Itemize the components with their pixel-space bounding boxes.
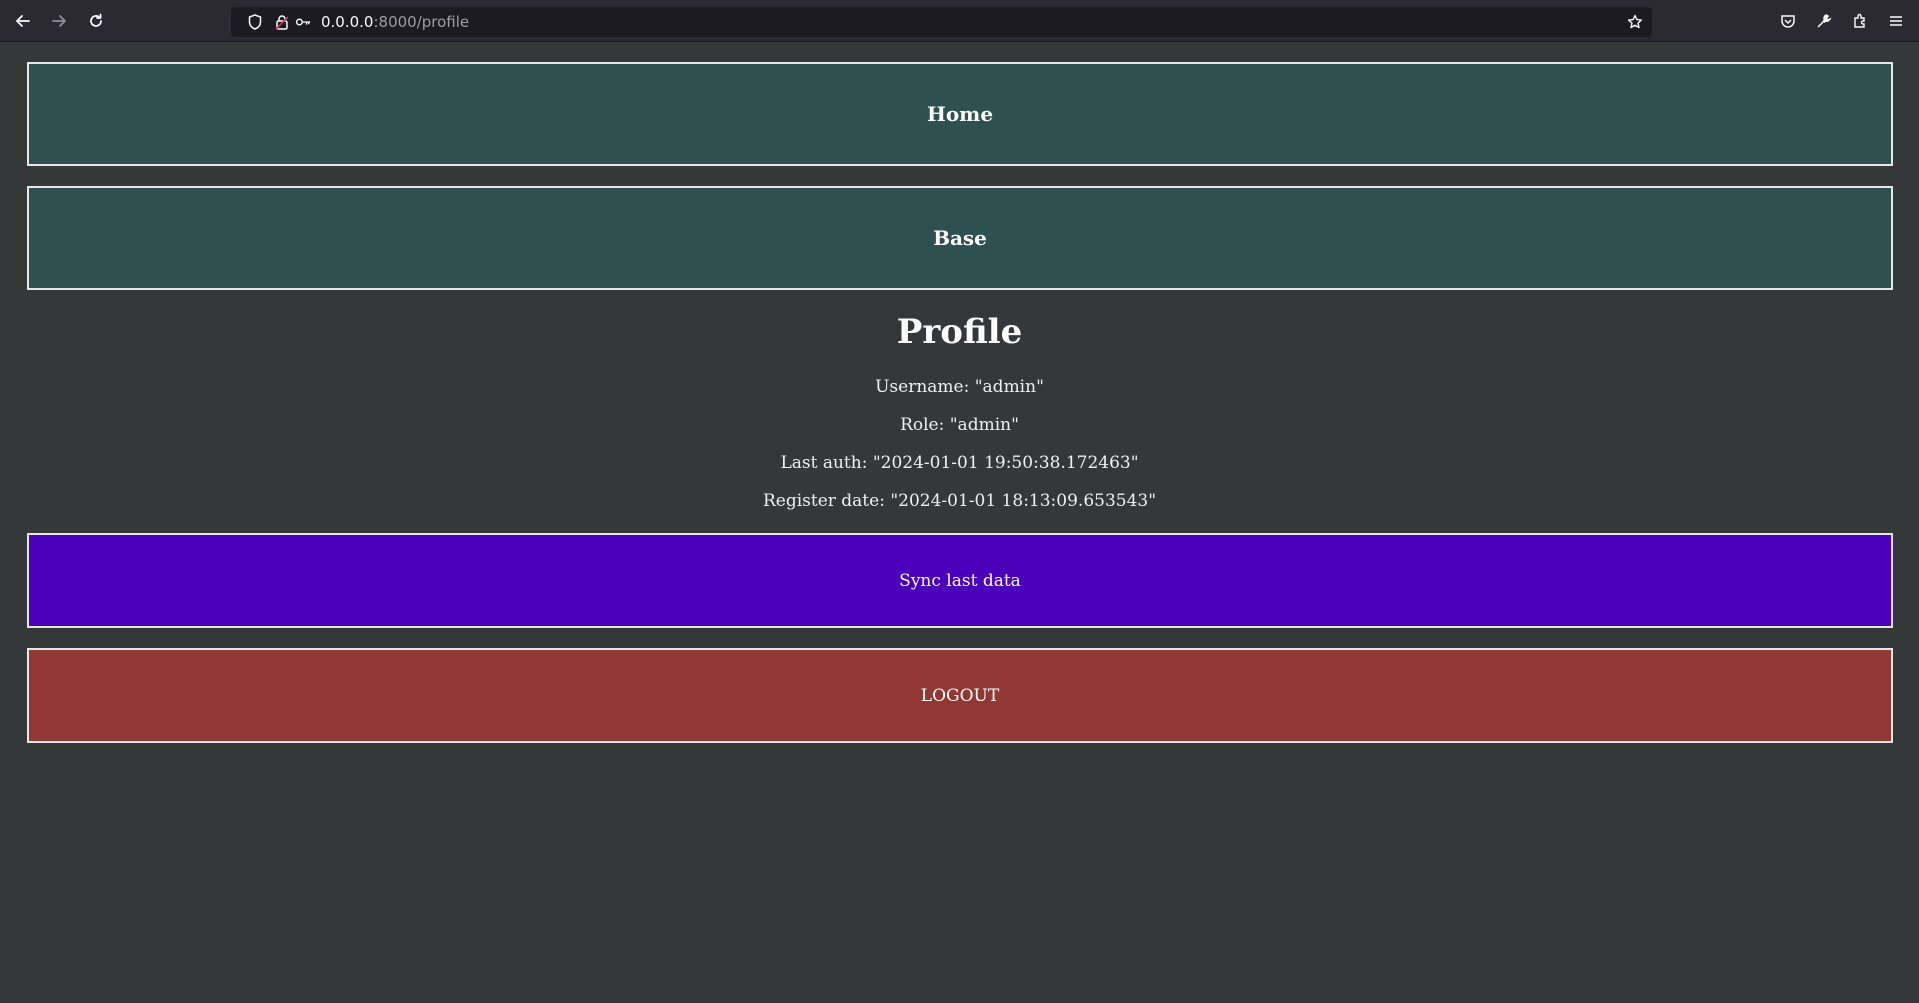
back-icon[interactable] (11, 9, 35, 33)
logout-button[interactable]: LOGOUT (27, 648, 1893, 743)
url-text[interactable]: 0.0.0.0:8000/profile (321, 13, 469, 31)
extensions-icon[interactable] (1850, 11, 1870, 31)
reload-icon[interactable] (84, 9, 108, 33)
home-link-label: Home (926, 102, 994, 126)
register-date-line: Register date: "2024-01-01 18:13:09.6535… (762, 491, 1157, 511)
lock-insecure-icon[interactable] (274, 14, 290, 30)
base-link[interactable]: Base (27, 186, 1893, 290)
base-link-label: Base (933, 226, 987, 250)
username-line: Username: "admin" (875, 377, 1044, 397)
address-bar[interactable]: 0.0.0.0:8000/profile (231, 7, 1652, 37)
shield-icon[interactable] (247, 14, 263, 30)
wrench-icon[interactable] (1814, 11, 1834, 31)
page-title: Profile (896, 312, 1023, 352)
sync-button-label: Sync last data (899, 570, 1021, 591)
logout-button-label: LOGOUT (920, 685, 1000, 706)
key-icon[interactable] (295, 14, 311, 30)
pocket-icon[interactable] (1778, 11, 1798, 31)
bookmark-star-icon[interactable] (1627, 14, 1643, 30)
role-line: Role: "admin" (900, 415, 1019, 435)
sync-button[interactable]: Sync last data (27, 533, 1893, 628)
page-content: Home Base (0, 42, 1919, 1003)
home-link[interactable]: Home (27, 62, 1893, 166)
url-path: :8000/profile (373, 13, 470, 31)
forward-icon[interactable] (47, 9, 71, 33)
browser-toolbar: 0.0.0.0:8000/profile (0, 0, 1919, 42)
last-auth-line: Last auth: "2024-01-01 19:50:38.172463" (780, 453, 1139, 473)
url-host: 0.0.0.0 (321, 13, 374, 31)
menu-icon[interactable] (1886, 11, 1906, 31)
